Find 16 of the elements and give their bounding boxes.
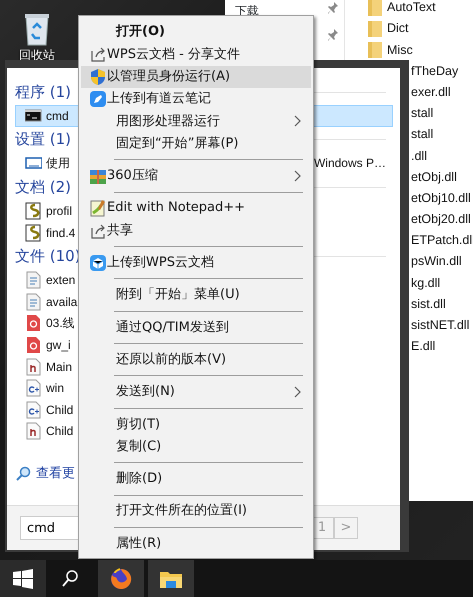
result-name: gw_i [46, 336, 71, 354]
result-name: find.4 [46, 224, 76, 242]
result-name: win [46, 380, 64, 398]
result-name: profil [46, 202, 72, 220]
result-name: cmd [46, 108, 69, 125]
result-name: Child [46, 402, 74, 419]
result-name: Main [46, 358, 72, 376]
result-name: availa [46, 294, 78, 311]
section-heading: 程序 (1) [15, 82, 72, 103]
section-heading: 文档 (2) [15, 176, 72, 198]
result-name: 03.线 [46, 315, 75, 332]
result-detail: Windows P… [314, 155, 387, 172]
section-heading: 设置 (1) [15, 129, 72, 150]
result-name: Child [46, 423, 74, 440]
result-name: exten [46, 272, 76, 290]
result-name: 使用 [46, 155, 70, 172]
